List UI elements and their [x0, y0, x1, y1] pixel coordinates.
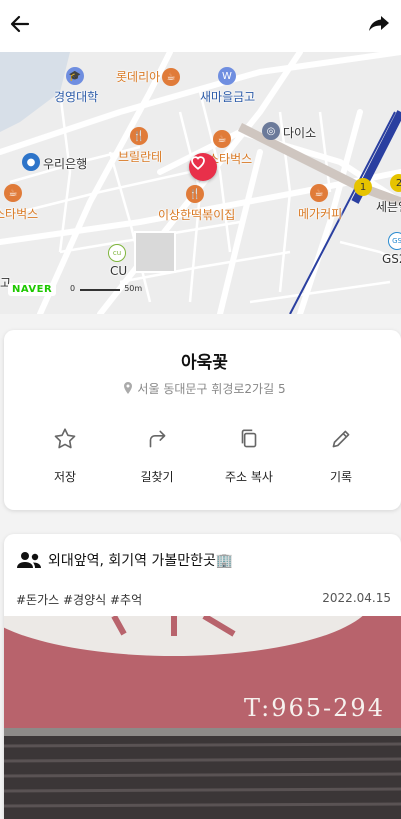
school-pin-icon: 🎓 [66, 67, 84, 85]
users-icon [17, 552, 41, 568]
copy-address-label: 주소 복사 [225, 470, 273, 484]
subway-line1-icon: 1 [354, 178, 372, 196]
poi-daiso[interactable]: 다이소 [283, 124, 316, 141]
record-label: 기록 [329, 470, 353, 484]
cafe-pin-icon-4: ☕ [310, 184, 328, 202]
star-icon [54, 428, 76, 449]
selected-place-marker[interactable] [189, 153, 217, 181]
pencil-icon [332, 430, 350, 448]
share-arrow-icon [369, 16, 389, 31]
shop-pin-icon: ◎ [262, 122, 280, 140]
poi-mega[interactable]: 메가커피 [298, 205, 342, 222]
poi-lotteria[interactable]: 롯데리아 [116, 68, 160, 85]
poi-cu[interactable]: CU [110, 264, 127, 278]
record-button[interactable]: 기록 [296, 426, 386, 496]
arrow-left-icon [10, 15, 30, 33]
place-info-card: 아욱꽃 서울 동대문구 휘경로2가길 5 저장 길찾기 주소 복사 기록 [4, 330, 401, 510]
place-address: 서울 동대문구 휘경로2가길 5 [4, 380, 401, 397]
share-button[interactable] [367, 12, 391, 36]
restaurant-pin-icon-2: 🍴 [186, 185, 204, 203]
poi-woori[interactable]: 우리은행 [43, 155, 87, 172]
location-pin-icon [124, 382, 133, 394]
cafe-pin-icon-2: ☕ [213, 130, 231, 148]
review-card[interactable]: 외대앞역, 회기역 가볼만한곳🏢 #돈가스 #경양식 #추억 2022.04.1… [4, 534, 401, 819]
review-tags: #돈가스 #경양식 #추억 [16, 593, 143, 607]
save-label: 저장 [53, 470, 77, 484]
poi-starbucks-2[interactable]: 스타벅스 [0, 205, 38, 222]
poi-kyunghee[interactable]: 경영대학 [54, 88, 98, 105]
poi-brilante[interactable]: 브릴란테 [118, 148, 162, 165]
cafe-pin-icon-3: ☕ [4, 184, 22, 202]
directions-button[interactable]: 길찾기 [112, 426, 202, 496]
copy-address-button[interactable]: 주소 복사 [204, 426, 294, 496]
poi-isanghan[interactable]: 이상한떡볶이집 [158, 206, 235, 223]
scale-zero: 0 [70, 284, 76, 293]
place-name: 아욱꽃 [181, 353, 228, 373]
store-pin-icon: GS [388, 232, 401, 250]
heart-marker-icon [191, 156, 205, 170]
place-address-text: 서울 동대문구 휘경로2가길 5 [137, 382, 286, 396]
store-pin-icon-2: cu [108, 244, 126, 262]
map-scale: 0 50m [70, 284, 142, 293]
cafe-pin-icon: ☕ [162, 68, 180, 86]
top-bar [0, 0, 401, 52]
scale-bar [79, 287, 120, 291]
bank-pin-icon-2: ● [22, 153, 40, 171]
scale-distance: 50m [124, 284, 143, 293]
naver-logo: NAVER [8, 283, 57, 296]
poi-seven[interactable]: 세븐일 [376, 198, 401, 215]
directions-label: 길찾기 [140, 470, 174, 484]
review-photo[interactable]: T:965-294 [4, 616, 401, 819]
sign-phone-text: T:965-294 [244, 694, 385, 722]
action-bar: 저장 길찾기 주소 복사 기록 [4, 426, 401, 496]
poi-gs25[interactable]: GS2 [382, 252, 401, 266]
save-button[interactable]: 저장 [20, 426, 110, 496]
copy-icon [241, 429, 257, 448]
poi-saemaeul[interactable]: 새마을금고 [200, 88, 255, 105]
restaurant-pin-icon: 🍴 [130, 127, 148, 145]
map-view[interactable]: ☕ 롯데리아 🎓 경영대학 W 새마을금고 ◎ 다이소 ● 우리은행 🍴 브릴란… [0, 52, 401, 314]
route-arrow-icon [149, 430, 166, 448]
review-header: 외대앞역, 회기역 가볼만한곳🏢 [16, 548, 233, 572]
subway-line2-icon: 2 [390, 174, 401, 192]
bank-pin-icon: W [218, 67, 236, 85]
back-button[interactable] [8, 12, 32, 36]
review-date: 2022.04.15 [322, 591, 391, 605]
review-title: 외대앞역, 회기역 가볼만한곳🏢 [48, 553, 234, 569]
